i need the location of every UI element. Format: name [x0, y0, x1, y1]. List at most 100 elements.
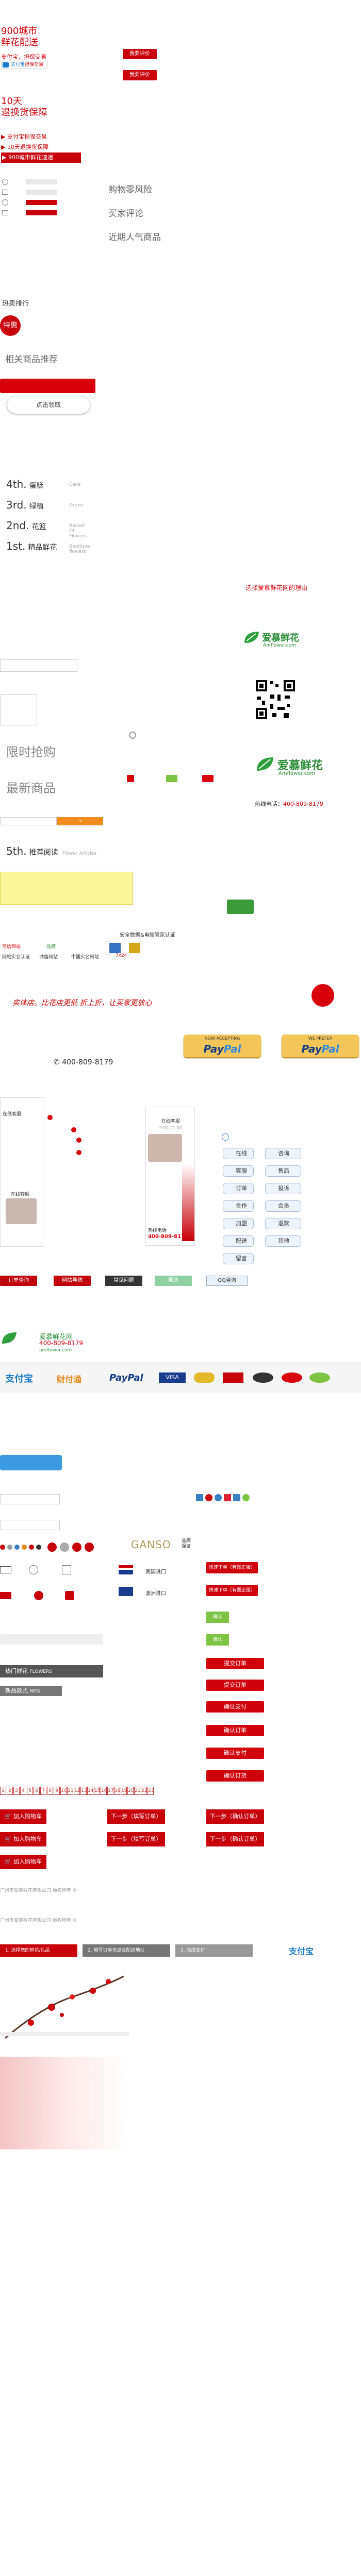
rank-row: 2nd. 花篮 Basket Of Flowers — [6, 519, 87, 539]
qq-pill[interactable]: 售后 — [265, 1165, 301, 1177]
cart-icon[interactable] — [127, 775, 134, 782]
gift-icon — [65, 1591, 74, 1600]
box-icon — [2, 190, 8, 195]
dot — [60, 1543, 69, 1552]
qq-pill[interactable]: 加盟 — [223, 1218, 254, 1229]
renren-icon[interactable] — [233, 1494, 240, 1501]
brand-name: 爱慕鲜花 — [262, 633, 299, 643]
new-style-bar: 新品款式 NEW — [0, 1686, 62, 1696]
wechat-icon[interactable] — [242, 1494, 250, 1501]
qq-pill[interactable]: 合作 — [223, 1200, 254, 1212]
page-number[interactable]: 1 — [0, 1787, 6, 1795]
next-step-button-4[interactable]: 下一步（确认订单） — [206, 1832, 264, 1846]
page-number[interactable]: 15 — [94, 1787, 100, 1795]
qq-pill[interactable]: 会员 — [265, 1200, 301, 1212]
page-number[interactable]: 19 — [121, 1787, 127, 1795]
green-button-2[interactable]: 确认 — [206, 1634, 229, 1646]
confirm-pay-button[interactable]: 确认支付 — [206, 1701, 264, 1713]
tab-zero-risk[interactable]: 购物零风险 — [108, 178, 161, 202]
small-input[interactable] — [0, 817, 57, 825]
pinterest-icon[interactable] — [224, 1494, 231, 1501]
page-number[interactable]: 2 — [7, 1787, 13, 1795]
page-number[interactable]: 11 — [67, 1787, 73, 1795]
page-number[interactable]: 22 — [141, 1787, 147, 1795]
confirm-order-button[interactable]: 确认订单 — [206, 1725, 264, 1736]
paypal-prefer-button[interactable]: WE PREFER PayPal — [282, 1035, 359, 1057]
search-button[interactable]: → — [57, 817, 103, 825]
service-title: 在线客服 — [161, 1119, 180, 1124]
dot — [72, 1543, 81, 1552]
qq-pill[interactable]: 在线 — [223, 1148, 254, 1159]
page-number[interactable]: 4 — [20, 1787, 26, 1795]
paypal-accept-button[interactable]: NOW ACCEPTING PayPal — [184, 1035, 261, 1057]
review-button-1[interactable]: 我要评价 — [123, 49, 157, 59]
copyright: 广州市爱慕鲜花有限公司 版权所有 © — [0, 1888, 77, 1893]
red-dot — [71, 1127, 76, 1132]
step-3: 3. 完成支付 — [175, 1944, 253, 1957]
page-number[interactable]: 13 — [80, 1787, 87, 1795]
submit-order-button[interactable]: 提交订单 — [206, 1658, 264, 1669]
qq-pill[interactable]: 咨询 — [265, 1148, 301, 1159]
quick-order-button[interactable]: 快速下单（有图正版） — [206, 1562, 258, 1573]
share-plus-icon[interactable] — [196, 1494, 203, 1501]
page-number[interactable]: 20 — [127, 1787, 134, 1795]
submit-order-button-2[interactable]: 提交订单 — [206, 1680, 264, 1691]
bank-logo — [253, 1372, 273, 1383]
qq-pill[interactable]: 配送 — [223, 1235, 254, 1247]
add-cart-button-3[interactable]: 🛒 加入购物车 — [0, 1855, 46, 1869]
page-number[interactable]: 12 — [74, 1787, 80, 1795]
tab-popular[interactable]: 近期人气商品 — [108, 226, 161, 249]
trust-logo: 可信网站 — [2, 944, 21, 950]
page-number[interactable]: 23 — [147, 1787, 154, 1795]
rank-row: 1st. 精品鲜花 Boutique flowers — [6, 540, 90, 554]
alipay-badge: 支付宝担保交易 — [1, 61, 47, 69]
page-number[interactable]: 7 — [40, 1787, 46, 1795]
add-cart-button-2[interactable]: 🛒 加入购物车 — [0, 1832, 46, 1846]
qq-pill[interactable]: 留言 — [223, 1253, 254, 1264]
confirm-orderbuy-button[interactable]: 确认订货 — [206, 1770, 264, 1782]
guarantee-item-active: ▶ 900城市鲜花速递 — [1, 152, 81, 163]
page-number[interactable]: 21 — [134, 1787, 140, 1795]
next-step-button-2[interactable]: 下一步（填写订单） — [107, 1832, 165, 1846]
page-number[interactable]: 16 — [101, 1787, 107, 1795]
add-cart-button[interactable]: 🛒 加入购物车 — [0, 1809, 46, 1824]
tab-faq[interactable]: 常见问题 — [105, 1276, 142, 1286]
input-box-3[interactable] — [0, 1520, 60, 1530]
qq-pill[interactable]: 其他 — [265, 1235, 301, 1247]
qq-pill[interactable]: 投诉 — [265, 1183, 301, 1194]
tag-icon — [166, 775, 177, 782]
input-area[interactable] — [0, 694, 37, 725]
tab-buyer-reviews[interactable]: 买家评论 — [108, 202, 161, 226]
qzone-icon[interactable] — [215, 1494, 222, 1501]
page-number[interactable]: 6 — [34, 1787, 40, 1795]
qq-pill[interactable]: 退款 — [265, 1218, 301, 1229]
next-step-button[interactable]: 下一步（填写订单） — [107, 1809, 165, 1824]
page-number[interactable]: 8 — [47, 1787, 53, 1795]
truck-icon — [0, 1566, 11, 1573]
tab-qq[interactable]: QQ咨询 — [206, 1276, 248, 1286]
tab-nav[interactable]: 网站导航 — [54, 1276, 91, 1286]
footer-brand: 爱慕鲜花网 400-809-8179 amflower.com — [0, 1329, 103, 1360]
page-number[interactable]: 3 — [13, 1787, 20, 1795]
blue-button[interactable] — [0, 1455, 62, 1470]
weibo-icon[interactable] — [205, 1494, 212, 1501]
click-get-button[interactable]: 点击领取 — [7, 396, 90, 414]
page-number[interactable]: 17 — [107, 1787, 113, 1795]
mastercard-logo — [194, 1372, 215, 1383]
tab-help[interactable]: 帮助 — [155, 1276, 192, 1286]
input-box-2[interactable] — [0, 1494, 60, 1504]
green-button[interactable]: 确认 — [206, 1612, 229, 1623]
page-number[interactable]: 10 — [60, 1787, 67, 1795]
qq-pill[interactable]: 订单 — [223, 1183, 254, 1194]
input-box[interactable] — [0, 659, 77, 672]
quick-order-button-2[interactable]: 快速下单（有图正版） — [206, 1585, 258, 1596]
review-button-2[interactable]: 我要评价 — [123, 70, 157, 80]
tab-orders[interactable]: 订单查询 — [0, 1276, 37, 1286]
page-number[interactable]: 18 — [114, 1787, 120, 1795]
page-number[interactable]: 14 — [87, 1787, 93, 1795]
next-step-button-3[interactable]: 下一步（确认订单） — [206, 1809, 264, 1824]
confirm-pay-button-2[interactable]: 确认支付 — [206, 1748, 264, 1759]
qq-pill[interactable]: 客服 — [223, 1165, 254, 1177]
page-number[interactable]: 9 — [54, 1787, 60, 1795]
page-number[interactable]: 5 — [27, 1787, 33, 1795]
